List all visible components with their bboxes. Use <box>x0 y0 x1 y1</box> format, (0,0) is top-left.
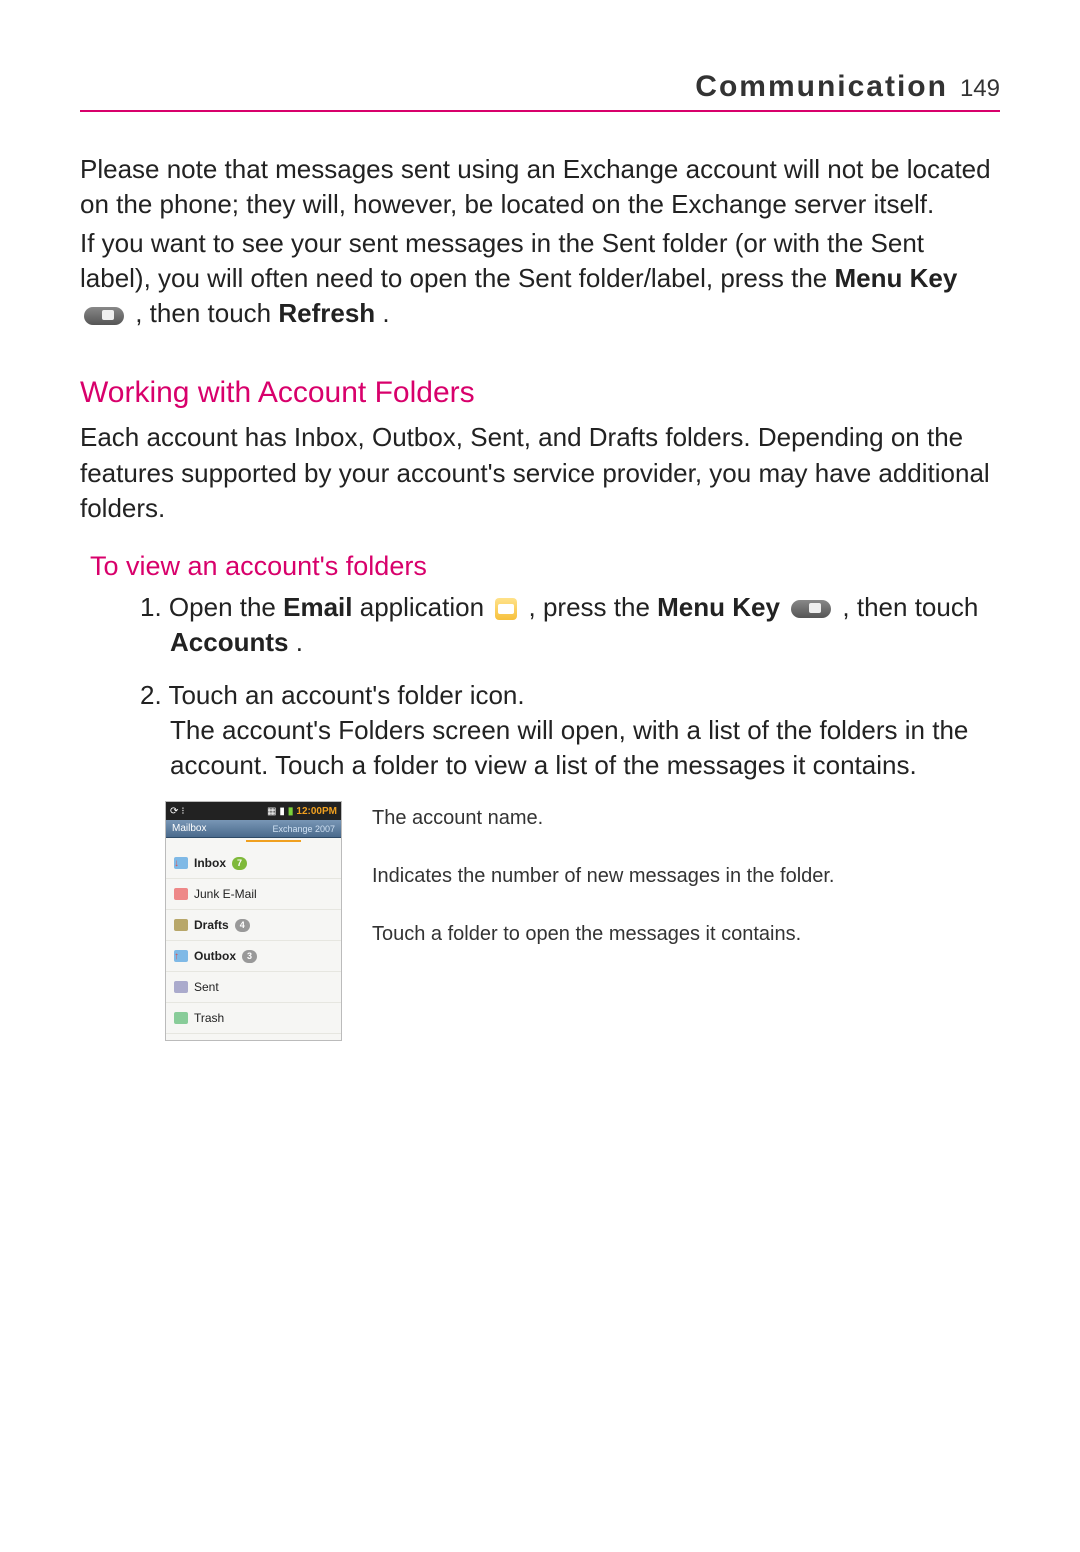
text: Open the <box>169 592 283 622</box>
folder-label: Trash <box>194 1011 224 1025</box>
mailbox-header: Mailbox Exchange 2007 <box>166 820 341 838</box>
refresh-label: Refresh <box>278 298 375 328</box>
intro-paragraph-1: Please note that messages sent using an … <box>80 152 1000 222</box>
unread-badge: 7 <box>232 857 247 870</box>
step-2: 2. Touch an account's folder icon. The a… <box>80 678 1000 783</box>
intro-paragraph-2: If you want to see your sent messages in… <box>80 226 1000 331</box>
folder-list: Inbox 7 Junk E-Mail Drafts 4 Outbox 3 Sent Trash <box>166 842 341 1040</box>
folder-label: Outbox <box>194 949 236 963</box>
mailbox-title: Mailbox <box>172 823 206 834</box>
status-icons-left: ⟳ ⁝ <box>170 806 185 817</box>
text: , press the <box>529 592 658 622</box>
folder-row-drafts[interactable]: Drafts 4 <box>166 910 341 941</box>
folder-row-trash[interactable]: Trash <box>166 1003 341 1034</box>
page-number: 149 <box>960 75 1000 103</box>
section1-body: Each account has Inbox, Outbox, Sent, an… <box>80 420 1000 525</box>
account-name: Exchange 2007 <box>272 824 335 834</box>
callout-new-message-count: Indicates the number of new messages in … <box>372 863 892 889</box>
folder-row-inbox[interactable]: Inbox 7 <box>166 848 341 879</box>
folder-label: Drafts <box>194 918 229 932</box>
text: , then touch <box>842 592 978 622</box>
text: . <box>296 627 303 657</box>
step-1: 1. Open the Email application , press th… <box>80 590 1000 660</box>
menu-key-icon <box>791 600 831 618</box>
bluetooth-icon: ⁝ <box>181 806 184 817</box>
unread-badge: 3 <box>242 950 257 963</box>
signal-bars-icon: ▮ <box>279 806 285 817</box>
menu-key-icon <box>84 307 124 325</box>
phone-mockup: ⟳ ⁝ ▦ ▮ ▮ 12:00PM Mailbox Exchange 2007 … <box>165 801 342 1041</box>
text: If you want to see your sent messages in… <box>80 228 924 293</box>
junk-folder-icon <box>174 888 188 900</box>
status-icons-right: ▦ ▮ ▮ 12:00PM <box>267 806 337 817</box>
text: . <box>382 298 389 328</box>
sent-folder-icon <box>174 981 188 993</box>
callout-column: The account name. Indicates the number o… <box>372 801 892 979</box>
status-bar: ⟳ ⁝ ▦ ▮ ▮ 12:00PM <box>166 802 341 820</box>
battery-icon: ▮ <box>288 806 294 817</box>
manual-page: Communication 149 Please note that messa… <box>0 0 1080 1121</box>
email-app-icon <box>495 598 517 620</box>
menu-key-label: Menu Key <box>834 263 957 293</box>
folder-row-outbox[interactable]: Outbox 3 <box>166 941 341 972</box>
folder-row-sent[interactable]: Sent <box>166 972 341 1003</box>
folder-label: Inbox <box>194 856 226 870</box>
callout-account-name: The account name. <box>372 805 892 831</box>
folder-row-junk-e-mail[interactable]: Junk E-Mail <box>166 879 341 910</box>
sync-icon: ⟳ <box>170 806 178 817</box>
text: , then touch <box>135 298 278 328</box>
page-header: Communication 149 <box>80 70 1000 112</box>
inbox-folder-icon <box>174 857 188 869</box>
step-number: 2. <box>140 680 168 710</box>
accounts-label: Accounts <box>170 627 288 657</box>
text: Touch an account's folder icon. <box>168 680 524 710</box>
section-title: Communication <box>695 70 948 104</box>
folder-label: Sent <box>194 980 219 994</box>
menu-key-label: Menu Key <box>657 592 780 622</box>
outbox-folder-icon <box>174 950 188 962</box>
email-label: Email <box>283 592 352 622</box>
signal-3g-icon: ▦ <box>267 806 276 817</box>
callout-open-folder: Touch a folder to open the messages it c… <box>372 921 892 947</box>
heading-to-view-accounts-folders: To view an account's folders <box>90 551 1000 582</box>
drafts-folder-icon <box>174 919 188 931</box>
screenshot-with-callouts: ⟳ ⁝ ▦ ▮ ▮ 12:00PM Mailbox Exchange 2007 … <box>165 801 1000 1041</box>
folder-label: Junk E-Mail <box>194 887 257 901</box>
unread-badge: 4 <box>235 919 250 932</box>
heading-working-with-account-folders: Working with Account Folders <box>80 376 1000 410</box>
status-time: 12:00PM <box>296 806 337 817</box>
step-number: 1. <box>140 592 169 622</box>
text: The account's Folders screen will open, … <box>170 713 1000 783</box>
text: application <box>360 592 492 622</box>
trash-folder-icon <box>174 1012 188 1024</box>
